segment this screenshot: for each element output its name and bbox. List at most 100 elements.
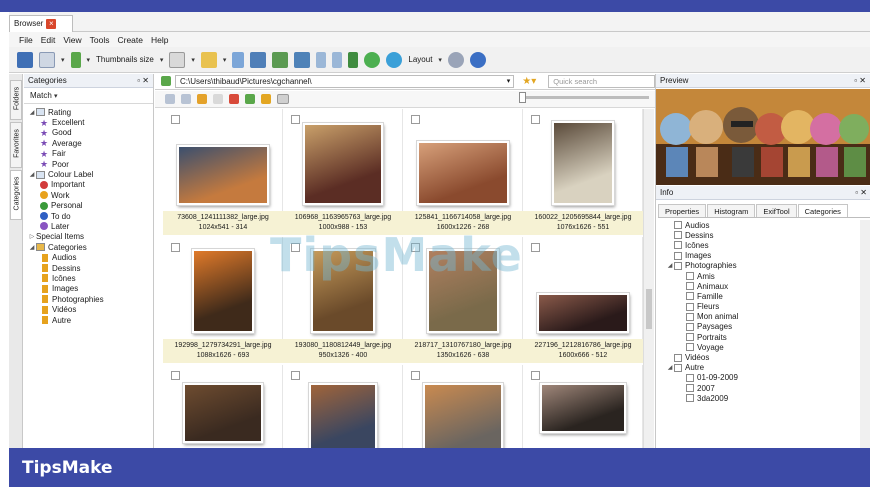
tab-histogram[interactable]: Histogram — [707, 204, 756, 217]
info-category-item[interactable]: Amis — [664, 271, 864, 281]
category-checkbox[interactable] — [686, 312, 694, 321]
info-category-item[interactable]: Fleurs — [664, 302, 864, 312]
info-category-item[interactable]: Paysages — [664, 322, 864, 332]
grid-icon[interactable] — [277, 94, 289, 104]
tree-item[interactable]: To do — [24, 211, 153, 221]
slider-handle[interactable] — [519, 92, 526, 103]
arrow-right-icon[interactable] — [332, 51, 343, 68]
menu-view[interactable]: View — [63, 35, 81, 45]
expand-icon[interactable]: ◢ — [28, 109, 36, 116]
browser-tab[interactable]: Browser × — [9, 15, 73, 32]
expand-icon[interactable]: ◢ — [666, 364, 674, 371]
thumbnail-image[interactable] — [416, 140, 510, 206]
select-checkbox[interactable] — [291, 115, 300, 124]
slideshow-icon[interactable] — [250, 51, 267, 68]
tree-item[interactable]: Dessins — [24, 263, 153, 273]
category-checkbox[interactable] — [686, 272, 694, 281]
info-category-item[interactable]: 2007 — [664, 383, 864, 393]
chevron-down-icon[interactable]: ▾ — [191, 56, 195, 64]
match-dropdown[interactable]: Match ▾ — [24, 88, 153, 104]
thumbnail-image[interactable] — [191, 248, 255, 334]
info-category-item[interactable]: Portraits — [664, 332, 864, 342]
compare-icon[interactable] — [272, 51, 289, 68]
category-checkbox[interactable] — [674, 261, 682, 270]
select-checkbox[interactable] — [171, 243, 180, 252]
expand-icon[interactable]: ◢ — [28, 244, 36, 251]
edit-icon[interactable] — [294, 51, 311, 68]
path-input[interactable]: C:\Users\thibaud\Pictures\cgchannel\ ▾ — [175, 75, 515, 88]
chevron-down-icon[interactable]: ▾ — [507, 76, 511, 87]
thumbnail-size-slider[interactable] — [519, 92, 649, 103]
info-scrollbar[interactable] — [860, 220, 870, 448]
browser-mode-icon[interactable] — [17, 51, 33, 68]
display-icon[interactable] — [169, 51, 186, 68]
menu-help[interactable]: Help — [151, 35, 168, 45]
info-category-item[interactable]: 3da2009 — [664, 393, 864, 403]
info-category-item[interactable]: ◢ Autre — [664, 363, 864, 373]
tab-folders[interactable]: Folders — [10, 80, 22, 120]
delete-icon[interactable] — [229, 94, 239, 104]
category-checkbox[interactable] — [686, 282, 694, 291]
tree-item[interactable]: Vidéos — [24, 304, 153, 314]
menu-tools[interactable]: Tools — [90, 35, 110, 45]
help-icon[interactable] — [469, 51, 486, 68]
tree-item[interactable]: Audios — [24, 252, 153, 262]
scroll-thumb[interactable] — [646, 289, 652, 329]
info-category-item[interactable]: Famille — [664, 291, 864, 301]
tree-item[interactable]: ★ Good — [24, 128, 153, 138]
folder-up-icon[interactable] — [197, 94, 207, 104]
tree-item[interactable]: ◢ Colour Label — [24, 169, 153, 179]
thumbnail-image[interactable] — [536, 292, 630, 334]
tab-exiftool[interactable]: ExifTool — [756, 204, 797, 217]
tree-item[interactable]: Personal — [24, 201, 153, 211]
tree-item[interactable]: Autre — [24, 315, 153, 325]
tree-item[interactable]: ★ Fair — [24, 149, 153, 159]
menu-create[interactable]: Create — [117, 35, 143, 45]
sync-icon[interactable] — [386, 51, 403, 68]
tree-item[interactable]: ★ Poor — [24, 159, 153, 169]
tree-item[interactable]: Icônes — [24, 273, 153, 283]
panel-controls[interactable]: ▫ ✕ — [855, 188, 867, 197]
thumbnails-size-label[interactable]: Thumbnails size — [96, 55, 154, 64]
thumbnail-image[interactable] — [308, 382, 378, 454]
layout-label[interactable]: Layout — [408, 55, 432, 64]
select-checkbox[interactable] — [531, 371, 540, 380]
tag-icon[interactable] — [245, 94, 255, 104]
info-category-item[interactable]: Voyage — [664, 342, 864, 352]
info-category-item[interactable]: Dessins — [664, 230, 864, 240]
thumbnail-cell[interactable]: 125841_1166714058_large.jpg 1600x1226 - 2… — [403, 109, 523, 235]
tree-item[interactable]: Important — [24, 180, 153, 190]
info-category-item[interactable]: Audios — [664, 220, 864, 230]
star-icon[interactable]: ★▾ — [522, 76, 536, 87]
tree-item[interactable]: Later — [24, 221, 153, 231]
tab-properties[interactable]: Properties — [658, 204, 707, 217]
tree-item[interactable]: ★ Excellent — [24, 117, 153, 127]
back-icon[interactable] — [165, 94, 175, 104]
chevron-down-icon[interactable]: ▾ — [223, 56, 227, 64]
thumbnail-cell[interactable]: 227196_1212816786_large.jpg 1600x666 - 51… — [523, 237, 643, 363]
tag-icon[interactable] — [70, 51, 81, 68]
category-checkbox[interactable] — [674, 241, 682, 250]
category-checkbox[interactable] — [686, 292, 694, 301]
view-mode-icon[interactable] — [39, 51, 55, 68]
tab-favorites[interactable]: Favorites — [10, 122, 22, 168]
info-category-item[interactable]: Animaux — [664, 281, 864, 291]
chevron-down-icon[interactable]: ▾ — [87, 56, 91, 64]
info-category-item[interactable]: Icônes — [664, 240, 864, 250]
thumbnail-cell[interactable]: 192998_1279734291_large.jpg 1088x1626 - 6… — [163, 237, 283, 363]
category-checkbox[interactable] — [686, 322, 694, 331]
menu-file[interactable]: File — [19, 35, 33, 45]
tab-categories-info[interactable]: Categories — [797, 204, 848, 217]
category-checkbox[interactable] — [674, 363, 682, 372]
select-checkbox[interactable] — [411, 371, 420, 380]
category-checkbox[interactable] — [686, 302, 694, 311]
thumbnail-image[interactable] — [539, 382, 627, 434]
refresh-icon[interactable] — [364, 51, 381, 68]
filter-icon[interactable] — [232, 51, 245, 68]
tree-item[interactable]: ◢ Categories — [24, 242, 153, 252]
expand-icon[interactable]: ▷ — [28, 233, 36, 240]
grid-scrollbar[interactable] — [643, 109, 654, 449]
info-category-item[interactable]: 01-09-2009 — [664, 373, 864, 383]
info-category-item[interactable]: ◢ Photographies — [664, 261, 864, 271]
arrow-left-icon[interactable] — [316, 51, 327, 68]
